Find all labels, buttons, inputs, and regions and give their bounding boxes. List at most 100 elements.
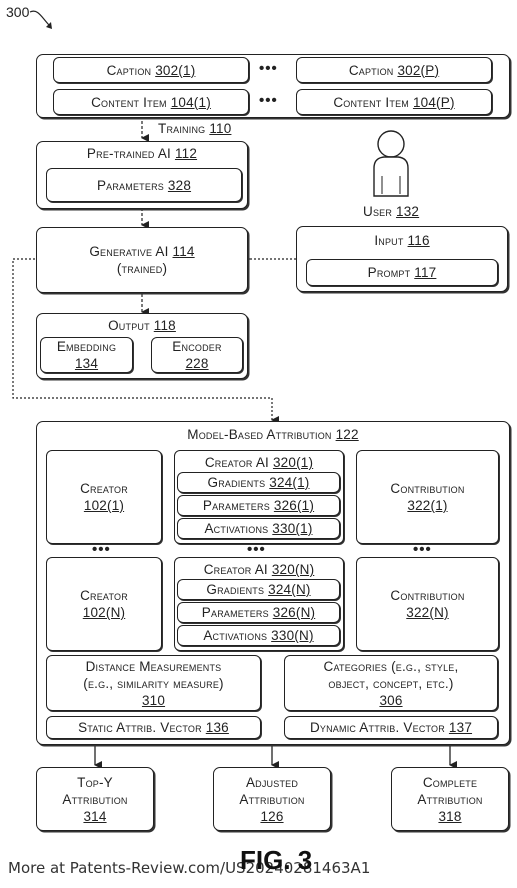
creator-1-label: Creator <box>80 481 128 496</box>
contribution-1: Contribution 322(1) <box>356 450 499 544</box>
generative-ai-label: Generative AI <box>89 244 169 259</box>
generative-ai-box: Generative AI 114 (trained) <box>36 227 248 293</box>
distance-measurements: Distance Measurements (e.g., similarity … <box>46 655 261 711</box>
training-label-text: Training <box>158 121 206 136</box>
input-label: Input <box>374 233 404 248</box>
gradients-n-num: 324(N) <box>268 582 311 597</box>
training-label: Training 110 <box>158 121 231 136</box>
creator-n-label: Creator <box>80 588 128 603</box>
caption-1-label: Caption <box>106 62 152 78</box>
dynamic-attrib-vector: Dynamic Attrib. Vector 137 <box>284 716 498 739</box>
pretrained-parameters-num: 328 <box>167 177 192 193</box>
complete-attribution: Complete Attribution 318 <box>391 767 509 831</box>
embedding-num: 134 <box>74 356 99 371</box>
adjusted-line1: Adjusted <box>245 774 299 790</box>
caption-p-num: 302(P) <box>397 62 440 78</box>
distance-line1: Distance Measurements <box>85 658 222 674</box>
encoder-label: Encoder <box>172 339 222 354</box>
content-item-p-num: 104(P) <box>412 94 455 110</box>
dynamic-vector-num: 137 <box>448 720 473 735</box>
gradients-n: Gradients 324(N) <box>177 579 340 600</box>
activations-1-label: Activations <box>204 521 269 536</box>
creator-ai-ellipsis: ••• <box>247 541 266 558</box>
encoder-num: 228 <box>185 356 209 371</box>
adjusted-line2: Attribution <box>239 791 305 807</box>
prompt-label: Prompt <box>367 265 411 280</box>
content-item-p-label: Content Item <box>333 94 409 110</box>
attribution-label: Model-Based Attribution <box>187 427 332 442</box>
user-num: 132 <box>396 204 420 219</box>
creator-ellipsis: ••• <box>92 541 111 558</box>
gradients-1-label: Gradients <box>207 475 266 490</box>
creator-n-num: 102(N) <box>82 605 126 620</box>
input-title: Input 116 <box>297 233 507 248</box>
categories-num: 306 <box>379 692 403 708</box>
caption-1-num: 302(1) <box>155 62 196 78</box>
parameters-n-label: Parameters <box>201 605 269 620</box>
content-item-1: Content Item 104(1) <box>53 89 249 115</box>
categories: Categories (e.g., style, object, concept… <box>284 655 498 711</box>
caption-p-label: Caption <box>348 62 394 78</box>
creator-ai-1-label: Creator AI <box>204 455 269 470</box>
user-icon <box>373 130 409 197</box>
categories-line2: object, concept, etc.) <box>328 675 454 691</box>
generative-ai-num: 114 <box>172 244 195 259</box>
static-vector-label: Static Attrib. Vector <box>78 720 202 735</box>
adjusted-attribution: Adjusted Attribution 126 <box>213 767 331 831</box>
attribution-title: Model-Based Attribution 122 <box>37 427 509 442</box>
distance-num: 310 <box>141 692 166 708</box>
distance-line2: (e.g., similarity measure) <box>83 675 224 691</box>
parameters-n-num: 326(N) <box>272 605 316 620</box>
activations-n-num: 330(N) <box>271 628 314 643</box>
activations-1-num: 330(1) <box>272 521 313 536</box>
creator-ai-n-label: Creator AI <box>203 562 268 577</box>
caption-ellipsis: ••• <box>259 60 278 77</box>
prompt-box: Prompt 117 <box>306 259 498 286</box>
generative-ai-subtitle: (trained) <box>116 261 168 276</box>
pretrained-ai-num: 112 <box>174 146 198 161</box>
figure-label: FIG. 3 <box>240 845 313 875</box>
embedding-label: Embedding <box>56 339 117 354</box>
parameters-1-label: Parameters <box>202 498 270 513</box>
dynamic-vector-label: Dynamic Attrib. Vector <box>309 720 445 735</box>
parameters-1: Parameters 326(1) <box>177 495 340 516</box>
embedding-box: Embedding 134 <box>40 337 133 373</box>
contribution-n: Contribution 322(N) <box>356 557 499 651</box>
activations-n: Activations 330(N) <box>177 625 340 646</box>
gradients-n-label: Gradients <box>206 582 265 597</box>
content-ellipsis: ••• <box>259 92 278 109</box>
activations-1: Activations 330(1) <box>177 518 340 539</box>
creator-ai-1-title: Creator AI 320(1) <box>205 455 313 470</box>
contribution-1-label: Contribution <box>390 481 465 496</box>
contribution-n-label: Contribution <box>390 588 465 603</box>
creator-ai-n-num: 320(N) <box>271 562 315 577</box>
creator-n: Creator 102(N) <box>46 557 162 651</box>
input-num: 116 <box>407 233 430 248</box>
attribution-num: 122 <box>335 427 359 442</box>
complete-line1: Complete <box>422 774 478 790</box>
figure-ref-number: 300 <box>6 4 30 20</box>
watermark-text: More at Patents-Review.com/US20240281463… <box>8 859 371 877</box>
parameters-n: Parameters 326(N) <box>177 602 340 623</box>
parameters-1-num: 326(1) <box>273 498 315 513</box>
complete-line2: Attribution <box>417 791 483 807</box>
pretrained-parameters-label: Parameters <box>96 177 164 193</box>
contribution-n-num: 322(N) <box>406 605 449 620</box>
static-attrib-vector: Static Attrib. Vector 136 <box>46 716 261 739</box>
output-num: 118 <box>153 318 176 333</box>
top-y-num: 314 <box>83 808 107 824</box>
caption-1: Caption 302(1) <box>53 57 249 83</box>
top-y-attribution: Top-Y Attribution 314 <box>36 767 154 831</box>
top-y-line2: Attribution <box>62 791 128 807</box>
generative-ai-title: Generative AI 114 <box>37 243 247 260</box>
encoder-box: Encoder 228 <box>151 337 243 373</box>
complete-num: 318 <box>438 808 462 824</box>
activations-n-label: Activations <box>203 628 268 643</box>
caption-p: Caption 302(P) <box>296 57 492 83</box>
creator-ai-1-num: 320(1) <box>272 455 314 470</box>
pretrained-ai-title: Pre-trained AI 112 <box>37 146 247 161</box>
training-num: 110 <box>209 121 232 136</box>
categories-line1: Categories (e.g., style, <box>323 658 459 674</box>
pretrained-parameters: Parameters 328 <box>46 168 242 202</box>
pretrained-ai-label: Pre-trained AI <box>86 146 171 161</box>
